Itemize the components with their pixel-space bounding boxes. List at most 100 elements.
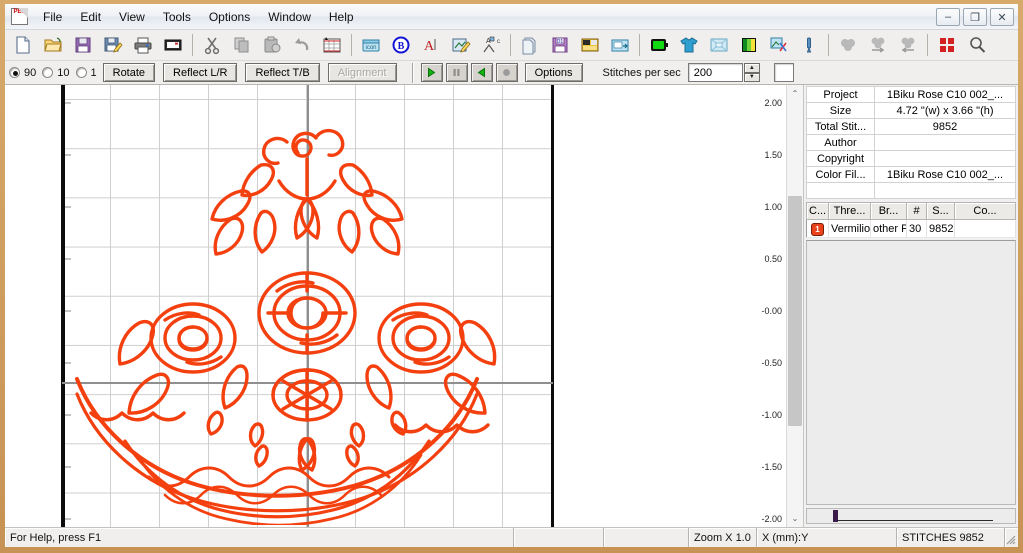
save-button[interactable] [68, 32, 98, 59]
stitches-per-sec-stepper[interactable]: ▲ ▼ [743, 63, 760, 82]
print-button[interactable] [128, 32, 158, 59]
table-row[interactable]: 1 Vermilion other P 30 9852 [806, 219, 1016, 238]
menu-options[interactable]: Options [200, 7, 259, 27]
column-header-number[interactable]: # [906, 202, 927, 220]
thread-number-cell: 30 [906, 219, 927, 238]
stitches-per-sec-input[interactable]: 200 [687, 63, 743, 82]
stepper-up-icon[interactable]: ▲ [743, 63, 760, 73]
garment-button[interactable] [674, 32, 704, 59]
column-header-comment[interactable]: Co... [954, 202, 1016, 220]
pause-button[interactable] [445, 63, 468, 82]
scroll-down-button[interactable]: ⌄ [787, 510, 803, 527]
reflect-lr-button[interactable]: Reflect L/R [163, 63, 238, 82]
rotate-button[interactable]: Rotate [102, 63, 156, 82]
rotate-90-radio[interactable]: 90 [9, 67, 36, 79]
needle-button[interactable] [794, 32, 824, 59]
table-row[interactable]: Copyright [806, 150, 1016, 167]
info-key: Project [806, 86, 875, 103]
minimize-button[interactable]: – [936, 8, 960, 26]
color-swatch-button[interactable] [773, 63, 794, 82]
scroll-thumb[interactable] [788, 196, 802, 426]
table-row[interactable]: Project 1Biku Rose C10 002_... [806, 86, 1016, 103]
window-body: PES File Edit View Tools Options Window … [5, 4, 1018, 547]
card-read-button[interactable] [575, 32, 605, 59]
svg-text:D1: D1 [557, 39, 564, 45]
print-preview-button[interactable] [158, 32, 188, 59]
edit-design-button[interactable] [446, 32, 476, 59]
color-tools-button[interactable] [764, 32, 794, 59]
panel-horizontal-scrollbar[interactable] [806, 508, 1016, 524]
table-row[interactable] [806, 182, 1016, 199]
move-left-button[interactable] [893, 32, 923, 59]
maximize-button[interactable]: ❐ [963, 8, 987, 26]
menu-edit[interactable]: Edit [71, 7, 110, 27]
y-tick-label: 1.00 [764, 202, 782, 212]
resize-grip-icon[interactable] [1004, 528, 1018, 547]
move-right-button[interactable] [863, 32, 893, 59]
thread-stitches-cell: 9852 [926, 219, 955, 238]
column-header-brand[interactable]: Br... [870, 202, 907, 220]
hoop-button[interactable] [644, 32, 674, 59]
menu-help[interactable]: Help [320, 7, 363, 27]
paste-button[interactable] [257, 32, 287, 59]
color-gradient-button[interactable] [734, 32, 764, 59]
grid-button[interactable] [317, 32, 347, 59]
card-write-button[interactable]: D1 [545, 32, 575, 59]
toolbar-separator [351, 34, 352, 56]
stepper-down-icon[interactable]: ▼ [743, 72, 760, 82]
magnifier-icon[interactable] [962, 32, 992, 59]
table-row[interactable]: Total Stit... 9852 [806, 118, 1016, 135]
menu-tools[interactable]: Tools [154, 7, 200, 27]
reflect-tb-button[interactable]: Reflect T/B [245, 63, 320, 82]
playback-options-button[interactable]: Options [524, 63, 583, 82]
menu-file[interactable]: File [34, 7, 71, 27]
scroll-up-button[interactable]: ⌃ [787, 85, 803, 102]
stop-button[interactable] [495, 63, 518, 82]
fabric-button[interactable] [704, 32, 734, 59]
close-button[interactable]: ✕ [990, 8, 1014, 26]
design-canvas[interactable]: 2.00 1.50 1.00 0.50 -0.00 -0.50 -1.00 -1… [5, 85, 786, 527]
menu-window[interactable]: Window [259, 7, 320, 27]
alignment-button[interactable]: Alignment [327, 63, 397, 82]
machine-transfer-button[interactable] [605, 32, 635, 59]
info-value: 9852 [874, 118, 1016, 135]
copy-button[interactable] [227, 32, 257, 59]
icon-view-button[interactable]: icon [356, 32, 386, 59]
layers-button[interactable] [515, 32, 545, 59]
table-row[interactable]: Color Fil... 1Biku Rose C10 002_... [806, 166, 1016, 183]
open-button[interactable] [38, 32, 68, 59]
group-button[interactable] [833, 32, 863, 59]
save-as-button[interactable] [98, 32, 128, 59]
stitches-per-sec-label: Stitches per sec [602, 66, 681, 79]
play-reverse-triangle-icon [477, 67, 486, 78]
thread-name-cell: Vermilion [828, 219, 871, 238]
play-button[interactable] [420, 63, 443, 82]
column-header-thread[interactable]: Thre... [828, 202, 871, 220]
table-row[interactable]: Size 4.72 "(w) x 3.66 "(h) [806, 102, 1016, 119]
table-row[interactable]: Author [806, 134, 1016, 151]
rotate-1-radio[interactable]: 1 [75, 67, 97, 79]
text-button[interactable]: A [416, 32, 446, 59]
info-value [874, 150, 1016, 167]
rewind-button[interactable] [470, 63, 493, 82]
canvas-vertical-scrollbar[interactable]: ⌃ ⌄ [786, 85, 803, 527]
svg-text:c: c [497, 39, 500, 45]
column-header-stitches[interactable]: S... [926, 202, 955, 220]
info-key: Copyright [806, 150, 875, 167]
column-header-color[interactable]: C... [806, 202, 829, 220]
thread-color-cell: 1 [806, 219, 829, 238]
menu-view[interactable]: View [110, 7, 154, 27]
stitch-path-button[interactable]: Ac [476, 32, 506, 59]
new-button[interactable] [8, 32, 38, 59]
scroll-track[interactable] [787, 102, 803, 510]
cut-button[interactable] [197, 32, 227, 59]
b-button[interactable]: B [386, 32, 416, 59]
scroll-track-line [838, 520, 993, 521]
tile-button[interactable] [932, 32, 962, 59]
project-info-table: Project 1Biku Rose C10 002_... Size 4.72… [806, 86, 1016, 199]
y-tick-label: 0.50 [764, 254, 782, 264]
design-canvas-panel: 2.00 1.50 1.00 0.50 -0.00 -0.50 -1.00 -1… [5, 85, 804, 527]
main-toolbar: icon B A Ac D1 [5, 30, 1018, 61]
rotate-10-radio[interactable]: 10 [42, 67, 70, 79]
undo-button[interactable] [287, 32, 317, 59]
